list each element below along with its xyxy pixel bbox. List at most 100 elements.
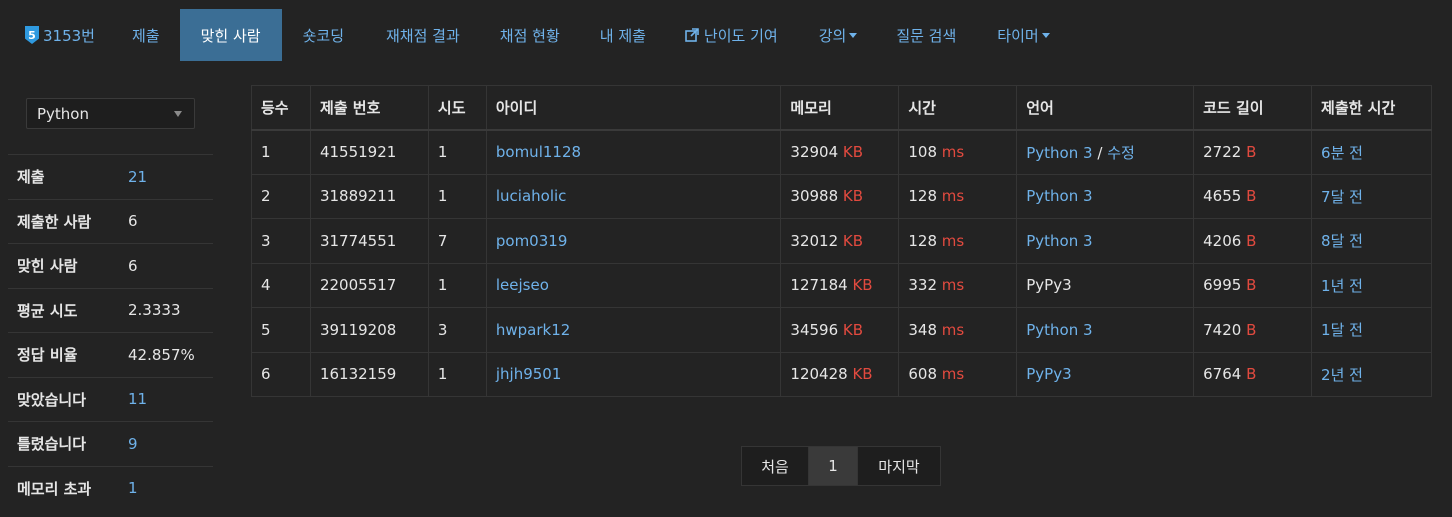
length-value: 2722 <box>1203 143 1242 161</box>
tab-short-coding[interactable]: 숏코딩 <box>282 9 366 61</box>
table-row: 2 31889211 1 luciaholic 30988 KB 128 ms … <box>251 173 1432 219</box>
length-unit: B <box>1246 231 1257 250</box>
tab-label: 난이도 기여 <box>703 26 778 45</box>
stats-panel: 제출 21 제출한 사람 6 맞힌 사람 6 평균 시도 2.3333 정답 비… <box>8 154 213 510</box>
tab-question-search[interactable]: 질문 검색 <box>877 9 977 61</box>
stat-value: 42.857% <box>128 345 195 364</box>
tab-submit[interactable]: 제출 <box>122 9 180 61</box>
submitted-time-link[interactable]: 1년 전 <box>1321 277 1363 295</box>
time-value: 348 <box>908 320 937 339</box>
tab-status[interactable]: 채점 현황 <box>480 9 582 61</box>
tier-badge-icon: 5 <box>25 26 39 44</box>
submitted-time-link[interactable]: 6분 전 <box>1321 144 1363 162</box>
stat-label: 제출한 사람 <box>17 212 92 231</box>
stat-value-link[interactable]: 11 <box>128 390 147 408</box>
cell-code-length: 4206 B <box>1193 218 1313 264</box>
memory-unit: KB <box>842 320 864 339</box>
language-link[interactable]: Python 3 <box>1026 232 1092 250</box>
edit-link[interactable]: 수정 <box>1107 144 1135 162</box>
length-unit: B <box>1246 187 1257 206</box>
user-link[interactable]: bomul1128 <box>496 143 581 161</box>
time-value: 128 <box>908 231 937 250</box>
solvers-table: 등수 제출 번호 시도 아이디 메모리 시간 언어 코드 길이 제출한 시간 1… <box>251 85 1432 397</box>
stat-value-link[interactable]: 1 <box>128 479 138 497</box>
stat-value: 6 <box>128 256 138 275</box>
tab-label: 타이머 <box>997 26 1039 45</box>
cell-code-length: 6995 B <box>1193 262 1313 308</box>
table-row: 6 16132159 1 jhjh9501 120428 KB 608 ms P… <box>251 351 1432 397</box>
time-unit: ms <box>941 365 965 384</box>
cell-language: Python 3 <box>1016 218 1195 264</box>
language-select[interactable]: Python <box>26 98 195 129</box>
table-row: 4 22005517 1 leejseo 127184 KB 332 ms Py… <box>251 262 1432 308</box>
cell-submitted: 1달 전 <box>1311 307 1432 353</box>
language-link[interactable]: Python 3 <box>1026 144 1092 162</box>
tab-my-submissions[interactable]: 내 제출 <box>582 9 665 61</box>
tab-lectures-dropdown[interactable]: 강의 <box>799 9 878 61</box>
cell-time: 128 ms <box>898 173 1018 219</box>
user-link[interactable]: pom0319 <box>496 232 567 250</box>
tab-rejudge-results[interactable]: 재채점 결과 <box>366 9 480 61</box>
cell-submitted: 7달 전 <box>1311 173 1432 219</box>
cell-attempts: 7 <box>427 218 487 264</box>
cell-attempts: 1 <box>427 173 487 219</box>
cell-attempts: 3 <box>427 307 487 353</box>
user-link[interactable]: hwpark12 <box>496 321 570 339</box>
user-link[interactable]: leejseo <box>496 276 549 294</box>
submitted-time-link[interactable]: 2년 전 <box>1321 366 1363 384</box>
problem-number-link[interactable]: 5 3153번 <box>0 9 122 61</box>
stat-row-solvers: 맞힌 사람 6 <box>8 243 213 288</box>
cell-time: 332 ms <box>898 262 1018 308</box>
language-link[interactable]: PyPy3 <box>1026 365 1071 383</box>
stat-value-link[interactable]: 9 <box>128 435 138 453</box>
cell-attempts: 1 <box>427 351 487 397</box>
length-value: 4655 <box>1203 187 1242 206</box>
stat-row-submitters: 제출한 사람 6 <box>8 198 213 244</box>
language-link[interactable]: Python 3 <box>1026 321 1092 339</box>
tab-label: 제출 <box>131 26 160 45</box>
submitted-time-link[interactable]: 1달 전 <box>1321 321 1363 339</box>
first-page-button[interactable]: 처음 <box>741 446 809 486</box>
stat-value: 6 <box>128 212 138 231</box>
cell-code-length: 2722 B <box>1193 129 1313 175</box>
page-1-button[interactable]: 1 <box>808 446 858 486</box>
stat-label: 맞힌 사람 <box>17 257 78 276</box>
language-link[interactable]: Python 3 <box>1026 187 1092 205</box>
user-link[interactable]: luciaholic <box>496 187 567 205</box>
memory-value: 32904 <box>790 143 839 161</box>
memory-value: 30988 <box>790 187 839 206</box>
stat-row-avg-attempts: 평균 시도 2.3333 <box>8 287 213 333</box>
last-page-button[interactable]: 마지막 <box>857 446 941 486</box>
cell-time: 608 ms <box>898 351 1018 397</box>
table-header-row: 등수 제출 번호 시도 아이디 메모리 시간 언어 코드 길이 제출한 시간 <box>251 85 1432 131</box>
cell-time: 128 ms <box>898 218 1018 264</box>
submitted-time-link[interactable]: 8달 전 <box>1321 232 1363 250</box>
stat-row-memory-limit: 메모리 초과 1 <box>8 465 213 511</box>
stat-label: 평균 시도 <box>17 301 78 320</box>
stat-value-link[interactable]: 21 <box>128 168 147 186</box>
tab-label: 내 제출 <box>599 26 646 45</box>
tab-solvers[interactable]: 맞힌 사람 <box>179 9 282 61</box>
cell-user: pom0319 <box>485 218 782 264</box>
memory-value: 32012 <box>790 231 839 250</box>
stat-label: 틀렸습니다 <box>17 435 87 454</box>
language-select-value: Python <box>37 104 89 123</box>
tab-timer-dropdown[interactable]: 타이머 <box>977 9 1069 61</box>
cell-code-length: 6764 B <box>1193 351 1313 397</box>
column-header-time: 시간 <box>898 85 1018 131</box>
user-link[interactable]: jhjh9501 <box>496 365 562 383</box>
stat-label: 맞았습니다 <box>17 390 87 409</box>
stat-label: 메모리 초과 <box>17 479 92 498</box>
submitted-time-link[interactable]: 7달 전 <box>1321 188 1363 206</box>
stat-row-accuracy: 정답 비율 42.857% <box>8 332 213 377</box>
cell-user: jhjh9501 <box>485 351 782 397</box>
tab-difficulty-contribution[interactable]: 난이도 기여 <box>665 9 799 61</box>
memory-unit: KB <box>852 276 873 295</box>
length-unit: B <box>1246 276 1257 295</box>
cell-time: 348 ms <box>898 307 1018 353</box>
stat-value: 2.3333 <box>128 301 181 320</box>
cell-language: Python 3 <box>1016 173 1195 219</box>
cell-rank: 6 <box>251 351 311 397</box>
cell-user: luciaholic <box>485 173 782 219</box>
memory-unit: KB <box>842 231 864 250</box>
